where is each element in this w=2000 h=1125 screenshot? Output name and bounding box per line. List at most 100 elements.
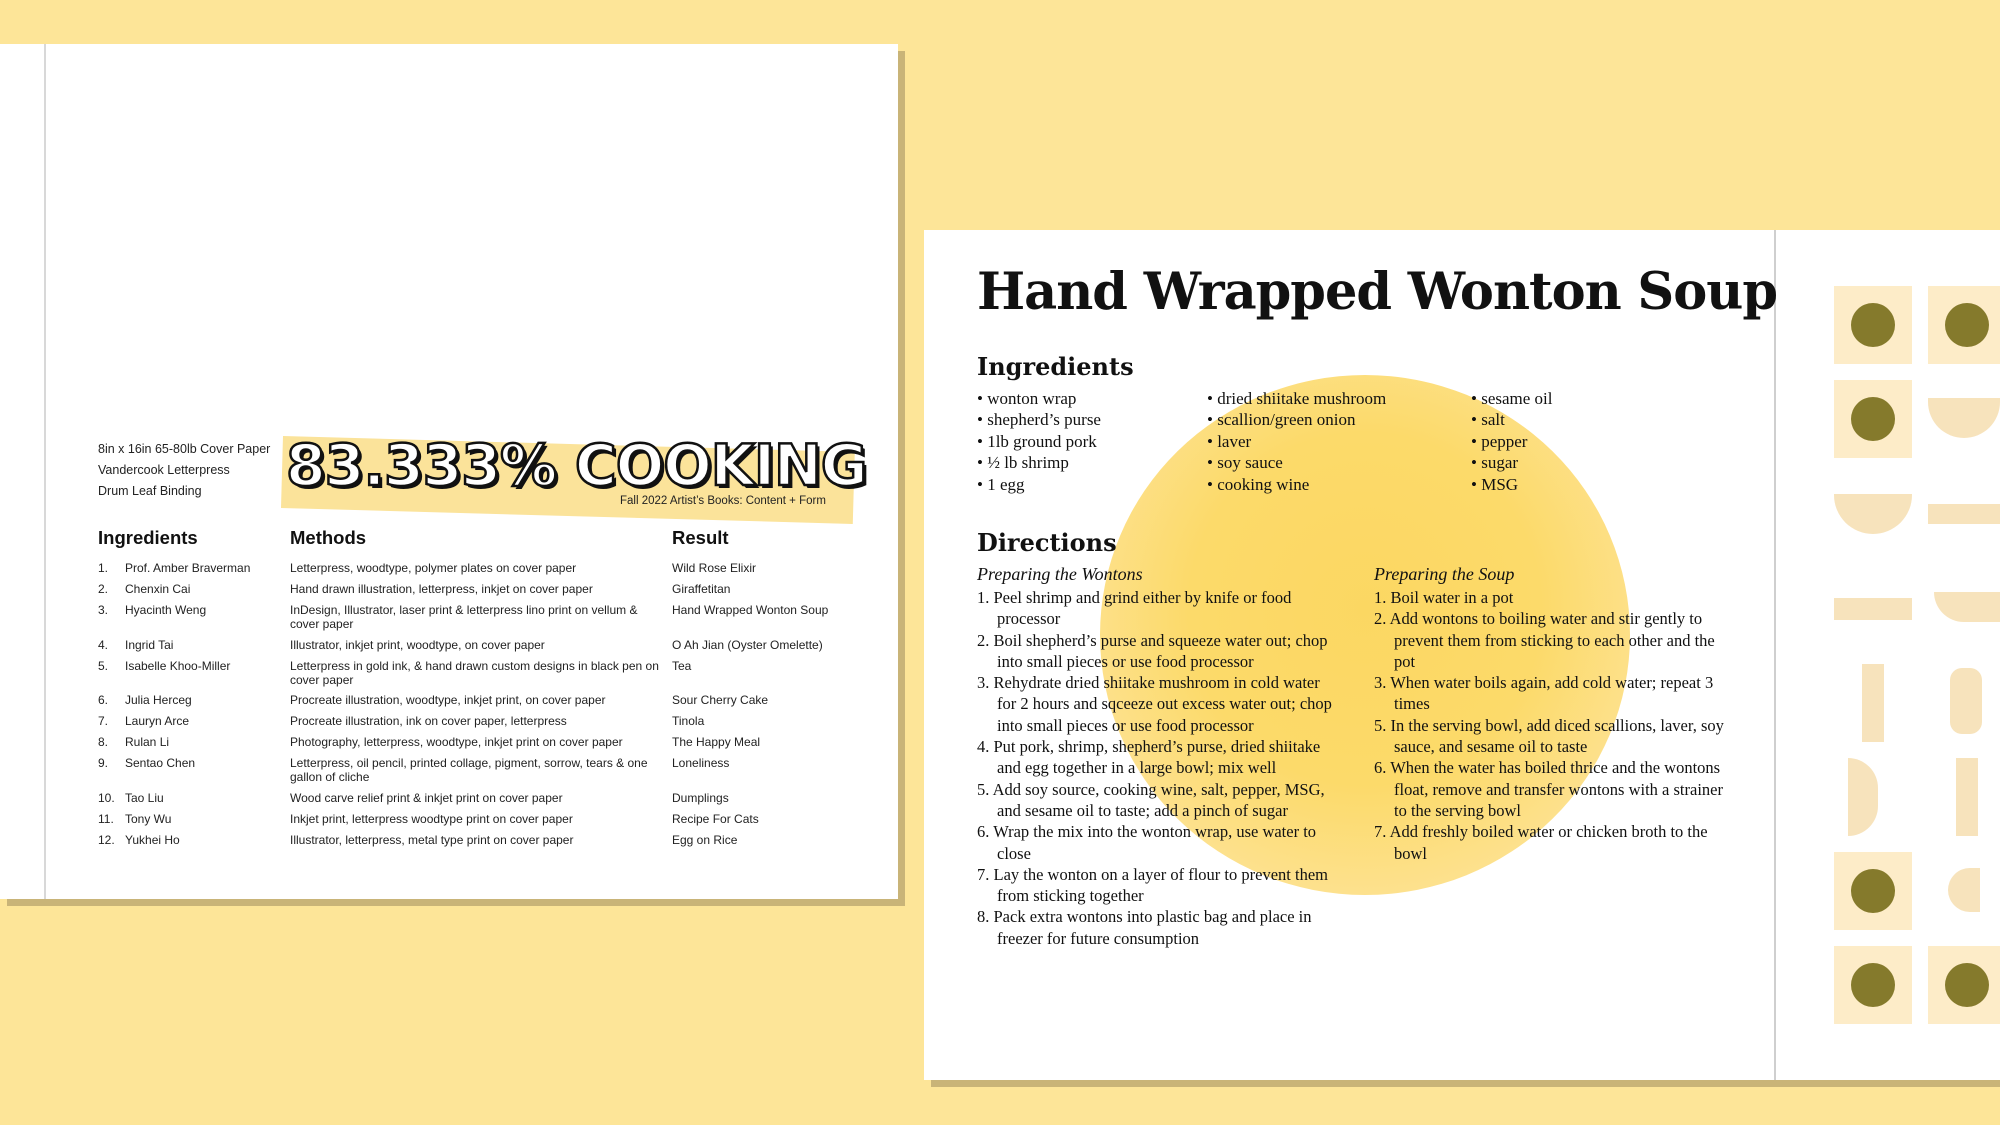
contributor-method: Illustrator, inkjet print, woodtype, on … bbox=[290, 638, 545, 652]
contributor-method: Letterpress, oil pencil, printed collage… bbox=[290, 756, 648, 784]
ingredients-column-header: Ingredients bbox=[98, 527, 198, 548]
contributor-result: Hand Wrapped Wonton Soup bbox=[672, 603, 829, 617]
list-item: 1. Boil water in a pot bbox=[1374, 588, 1514, 607]
wonton-steps-list: 1. Peel shrimp and grind either by knife… bbox=[977, 587, 1332, 949]
contributor-result: Wild Rose Elixir bbox=[672, 561, 757, 575]
contributor-name: Isabelle Khoo-Miller bbox=[125, 659, 231, 673]
ingredients-list-col-3: sesame oil salt pepper sugar MSG bbox=[1471, 388, 1553, 495]
list-item: ½ lb shrimp bbox=[977, 452, 1101, 473]
contributor-name: Yukhei Ho bbox=[125, 833, 180, 847]
list-item: laver bbox=[1207, 431, 1386, 452]
contributor-name: Julia Herceg bbox=[125, 693, 192, 707]
list-item: dried shiitake mushroom bbox=[1207, 388, 1386, 409]
list-item: 6. Wrap the mix into the wonton wrap, us… bbox=[977, 822, 1317, 863]
list-item: wonton wrap bbox=[977, 388, 1101, 409]
row-number: 8. bbox=[98, 735, 109, 749]
ingredients-heading: Ingredients bbox=[977, 352, 1134, 381]
contributor-method: Letterpress in gold ink, & hand drawn cu… bbox=[290, 659, 659, 687]
methods-column-header: Methods bbox=[290, 527, 367, 548]
list-item: 1lb ground pork bbox=[977, 431, 1101, 452]
directions-heading: Directions bbox=[977, 528, 1117, 557]
list-item: scallion/green onion bbox=[1207, 409, 1386, 430]
contributor-result: Tinola bbox=[672, 714, 705, 728]
row-number: 12. bbox=[98, 833, 115, 847]
list-item: salt bbox=[1471, 409, 1553, 430]
list-item: shepherd’s purse bbox=[977, 409, 1101, 430]
contributor-name: Rulan Li bbox=[125, 735, 170, 749]
contributor-method: InDesign, Illustrator, laser print & let… bbox=[290, 603, 638, 631]
contributor-name: Hyacinth Weng bbox=[125, 603, 207, 617]
row-number: 6. bbox=[98, 693, 109, 707]
spec-press: Vandercook Letterpress bbox=[98, 463, 230, 477]
list-item: soy sauce bbox=[1207, 452, 1386, 473]
contributor-name: Tony Wu bbox=[125, 812, 172, 826]
contributor-method: Wood carve relief print & inkjet print o… bbox=[290, 791, 563, 805]
row-number: 11. bbox=[98, 812, 114, 826]
spec-paper: 8in x 16in 65-80lb Cover Paper bbox=[98, 442, 271, 456]
contributor-result: O Ah Jian (Oyster Omelette) bbox=[672, 638, 823, 652]
list-item: 1. Peel shrimp and grind either by knife… bbox=[977, 588, 1292, 629]
list-item: pepper bbox=[1471, 431, 1553, 452]
list-item: 3. When water boils again, add cold wate… bbox=[1374, 673, 1714, 714]
contributor-method: Hand drawn illustration, letterpress, in… bbox=[290, 582, 593, 596]
contributor-result: Giraffetitan bbox=[672, 582, 731, 596]
contributor-name: Chenxin Cai bbox=[125, 582, 191, 596]
wontons-subheading: Preparing the Wontons bbox=[977, 564, 1143, 584]
soup-subheading: Preparing the Soup bbox=[1374, 564, 1515, 584]
contributor-result: Sour Cherry Cake bbox=[672, 693, 769, 707]
contributor-name: Ingrid Tai bbox=[125, 638, 174, 652]
book-title: 83.333% COOKING bbox=[285, 432, 869, 501]
bar-shape bbox=[1834, 598, 1912, 620]
list-item: MSG bbox=[1471, 474, 1553, 495]
row-number: 2. bbox=[98, 582, 109, 596]
soup-steps-list: 1. Boil water in a pot 2. Add wontons to… bbox=[1374, 587, 1726, 864]
contributor-method: Procreate illustration, woodtype, inkjet… bbox=[290, 693, 606, 707]
pattern-tile bbox=[1834, 380, 1912, 458]
page-fold-line bbox=[1774, 230, 1776, 1080]
row-number: 9. bbox=[98, 756, 109, 770]
circle-icon bbox=[1945, 303, 1989, 347]
contributor-method: Procreate illustration, ink on cover pap… bbox=[290, 714, 567, 728]
circle-icon bbox=[1851, 303, 1895, 347]
contributor-result: Dumplings bbox=[672, 791, 729, 805]
recipe-title: Hand Wrapped Wonton Soup bbox=[977, 262, 1778, 322]
pattern-tile bbox=[1928, 946, 2000, 1024]
contributor-name: Tao Liu bbox=[125, 791, 164, 805]
list-item: 5. Add soy source, cooking wine, salt, p… bbox=[977, 779, 1325, 820]
row-number: 1. bbox=[98, 561, 109, 575]
list-item: 1 egg bbox=[977, 474, 1101, 495]
list-item: 7. Lay the wonton on a layer of flour to… bbox=[977, 864, 1328, 906]
pattern-tile bbox=[1834, 286, 1912, 364]
ingredients-list-col-1: wonton wrap shepherd’s purse 1lb ground … bbox=[977, 388, 1101, 495]
contributor-method: Illustrator, letterpress, metal type pri… bbox=[290, 833, 574, 847]
contributor-name: Lauryn Arce bbox=[125, 714, 190, 728]
contributor-method: Letterpress, woodtype, polymer plates on… bbox=[290, 561, 577, 575]
contributor-name: Sentao Chen bbox=[125, 756, 196, 770]
contributor-method: Inkjet print, letterpress woodtype print… bbox=[290, 812, 573, 826]
circle-icon bbox=[1945, 963, 1989, 1007]
spec-binding: Drum Leaf Binding bbox=[98, 484, 202, 498]
row-number: 3. bbox=[98, 603, 109, 617]
contributor-result: Recipe For Cats bbox=[672, 812, 759, 826]
contributor-result: Tea bbox=[672, 659, 692, 673]
row-number: 5. bbox=[98, 659, 109, 673]
list-item: sesame oil bbox=[1471, 388, 1552, 409]
row-number: 7. bbox=[98, 714, 109, 728]
page-fold-line bbox=[44, 44, 46, 899]
arc-shape bbox=[1950, 668, 1982, 734]
list-item: 5. In the serving bowl, add diced scalli… bbox=[1374, 715, 1724, 757]
contributor-name: Prof. Amber Braverman bbox=[125, 561, 251, 575]
course-subtitle: Fall 2022 Artist’s Books: Content + Form bbox=[620, 495, 826, 507]
row-number: 10. bbox=[98, 791, 115, 805]
list-item: 7. Add freshly boiled water or chicken b… bbox=[1374, 822, 1708, 863]
list-item: sugar bbox=[1471, 452, 1553, 473]
list-item: cooking wine bbox=[1207, 474, 1386, 495]
pattern-tile bbox=[1834, 946, 1912, 1024]
contributor-result: Egg on Rice bbox=[672, 833, 738, 847]
list-item: 3. Rehydrate dried shiitake mushroom in … bbox=[977, 673, 1332, 735]
circle-icon bbox=[1851, 397, 1895, 441]
list-item: 8. Pack extra wontons into plastic bag a… bbox=[977, 907, 1312, 948]
list-item: 2. Boil shepherd’s purse and squeeze wat… bbox=[977, 630, 1328, 671]
contributor-method: Photography, letterpress, woodtype, inkj… bbox=[290, 735, 623, 749]
contributor-result: Loneliness bbox=[672, 756, 730, 770]
